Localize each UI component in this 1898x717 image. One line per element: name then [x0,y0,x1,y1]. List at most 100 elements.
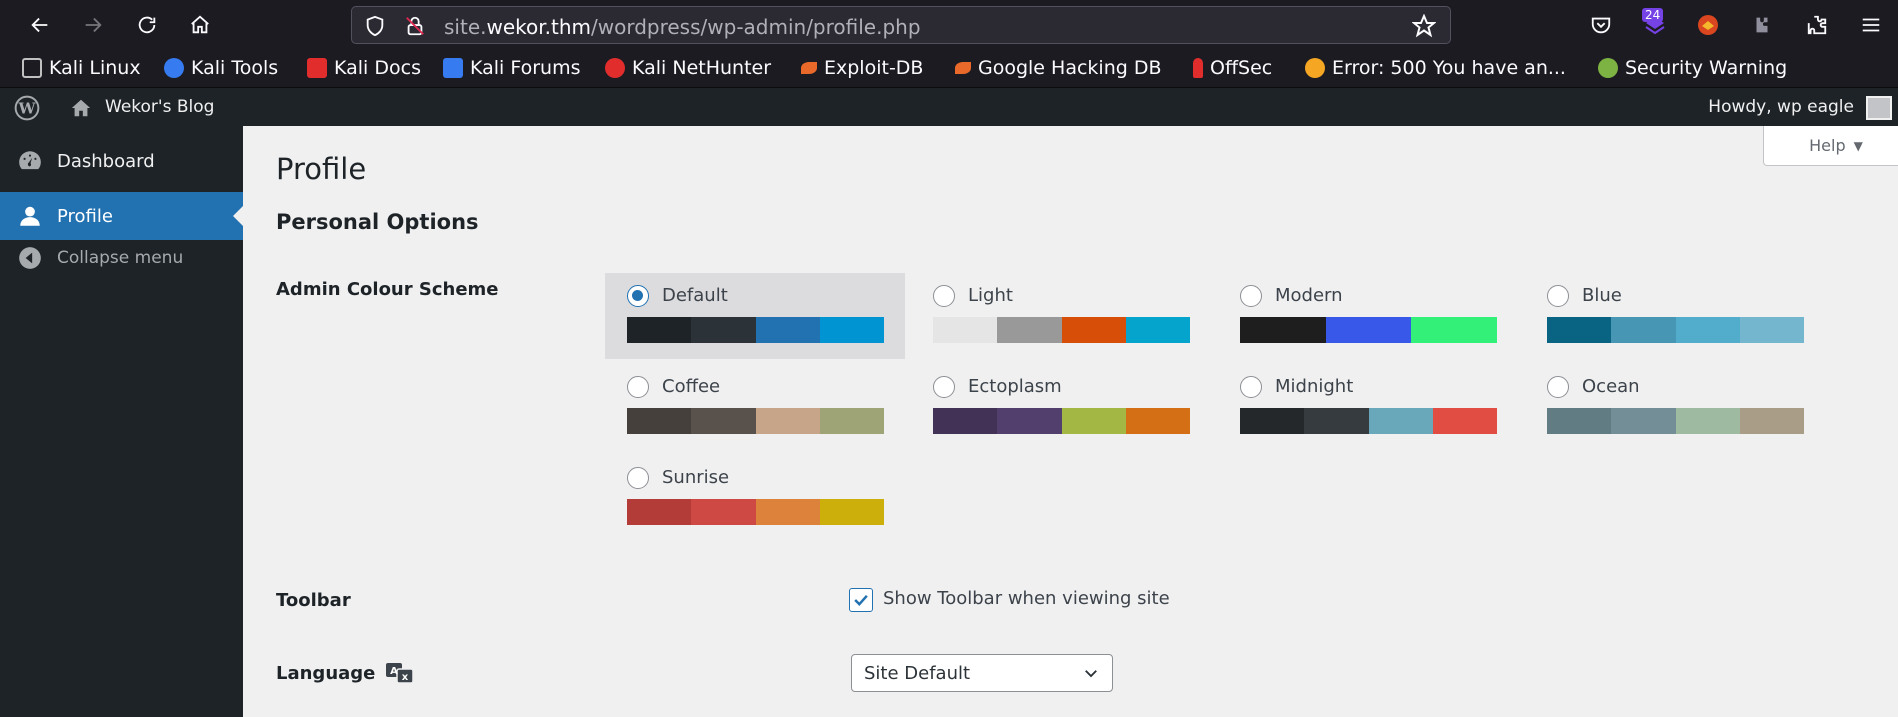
ghdb-icon [955,62,971,74]
language-label: Language Ax [276,661,415,685]
show-toolbar-label[interactable]: Show Toolbar when viewing site [883,588,1170,609]
translation-icon: Ax [386,663,415,684]
browser-toolbar: site.wekor.thm/wordpress/wp-admin/profil… [0,0,1898,50]
hamburger-menu-icon[interactable] [1857,11,1885,39]
extension-badge: 24 [1642,8,1664,22]
colour-scheme-radio[interactable] [627,376,649,398]
colour-swatch [1304,408,1369,434]
colour-swatch [691,499,756,525]
page-title: Profile [276,152,367,186]
site-name-link[interactable]: Wekor's Blog [105,97,214,117]
colour-swatch [1061,408,1126,434]
colour-swatch [1611,317,1676,343]
home-icon[interactable] [184,9,216,41]
bookmark-kali-linux[interactable]: Kali Linux [22,56,141,80]
wp-admin-bar: W Wekor's Blog Howdy, wp eagle [0,88,1898,126]
colour-scheme-radio[interactable] [627,285,649,307]
wordpress-logo-icon[interactable]: W [14,95,40,121]
bookmark-star-icon[interactable] [1412,14,1436,38]
colour-swatch [819,317,884,343]
bookmark-google-hacking-db[interactable]: Google Hacking DB [955,56,1162,80]
dashboard-icon [19,151,41,170]
colour-swatch [1739,317,1804,343]
colour-scheme-modern[interactable]: Modern [1218,273,1518,359]
svg-text:W: W [17,99,36,117]
show-toolbar-checkbox[interactable] [849,588,873,612]
back-icon[interactable] [24,9,56,41]
puzzle-extension-icon[interactable] [1748,11,1776,39]
colour-palette [1547,408,1804,434]
colour-scheme-midnight[interactable]: Midnight [1218,364,1518,450]
howdy-user-link[interactable]: Howdy, wp eagle [1708,97,1854,117]
colour-swatch [1547,317,1612,343]
language-select[interactable]: Site Default [851,654,1113,692]
colour-scheme-radio[interactable] [933,285,955,307]
colour-swatch [1611,408,1676,434]
url-bar[interactable]: site.wekor.thm/wordpress/wp-admin/profil… [351,6,1451,44]
bookmark-kali-tools[interactable]: Kali Tools [164,56,278,80]
pocket-icon[interactable] [1587,11,1615,39]
colour-scheme-sunrise[interactable]: Sunrise [605,455,905,541]
kali-dragon-icon [22,58,42,78]
shield-icon[interactable] [364,15,386,37]
colour-scheme-blue[interactable]: Blue [1525,273,1825,359]
sidebar-item-dashboard[interactable]: Dashboard [0,137,243,185]
reload-icon[interactable] [131,9,163,41]
colour-swatch [755,408,820,434]
colour-swatch [1547,408,1612,434]
colour-scheme-default[interactable]: Default [605,273,905,359]
insecure-lock-icon[interactable] [404,15,426,37]
url-text[interactable]: site.wekor.thm/wordpress/wp-admin/profil… [444,15,921,39]
svg-text:x: x [402,672,409,683]
colour-swatch [691,408,756,434]
svg-text:A: A [391,666,399,677]
joomla-icon [1305,58,1325,78]
colour-scheme-radio[interactable] [1547,376,1569,398]
colour-swatch [627,317,692,343]
bookmark-kali-docs[interactable]: Kali Docs [307,56,421,80]
colour-scheme-name: Sunrise [662,467,730,488]
colour-swatch [1411,317,1498,343]
bookmark-exploit-db[interactable]: Exploit-DB [801,56,923,80]
colour-palette [933,317,1190,343]
collapse-menu-button[interactable]: Collapse menu [0,234,243,282]
bookmark-security-warning[interactable]: Security Warning [1598,56,1787,80]
help-button[interactable]: Help ▼ [1763,126,1898,166]
colour-scheme-ectoplasm[interactable]: Ectoplasm [911,364,1211,450]
kali-forums-icon [443,58,463,78]
colour-palette [933,408,1190,434]
colour-swatch [755,317,820,343]
colour-scheme-radio[interactable] [1240,285,1262,307]
security-warning-icon [1598,58,1618,78]
colour-palette [627,317,884,343]
bookmark-error-500[interactable]: Error: 500 You have an... [1305,56,1566,80]
sidebar-item-label: Profile [57,205,113,227]
forward-icon[interactable] [77,9,109,41]
extensions-menu-icon[interactable] [1803,11,1831,39]
colour-scheme-coffee[interactable]: Coffee [605,364,905,450]
colour-scheme-ocean[interactable]: Ocean [1525,364,1825,450]
colour-scheme-radio[interactable] [933,376,955,398]
colour-swatch [1675,408,1740,434]
bookmark-kali-forums[interactable]: Kali Forums [443,56,581,80]
colour-scheme-name: Blue [1582,285,1622,306]
colour-swatch [997,317,1062,343]
bookmark-kali-nethunter[interactable]: Kali NetHunter [605,56,771,80]
colour-scheme-radio[interactable] [1240,376,1262,398]
colour-scheme-radio[interactable] [1547,285,1569,307]
colour-scheme-light[interactable]: Light [911,273,1211,359]
offsec-icon [1193,58,1203,78]
sidebar-item-label: Dashboard [57,150,155,172]
bookmarks-bar: Kali Linux Kali Tools Kali Docs Kali For… [0,50,1898,88]
main-content: Help ▼ Profile Personal Options Admin Col… [243,126,1898,717]
bookmark-offsec[interactable]: OffSec [1193,56,1272,80]
sidebar-item-profile[interactable]: Profile [0,192,243,240]
foxyproxy-icon[interactable] [1694,11,1722,39]
avatar[interactable] [1866,96,1892,120]
colour-swatch [997,408,1062,434]
colour-swatch [933,317,998,343]
colour-scheme-radio[interactable] [627,467,649,489]
colour-palette [1547,317,1804,343]
site-home-icon[interactable] [70,97,92,119]
colour-scheme-name: Ectoplasm [968,376,1062,397]
